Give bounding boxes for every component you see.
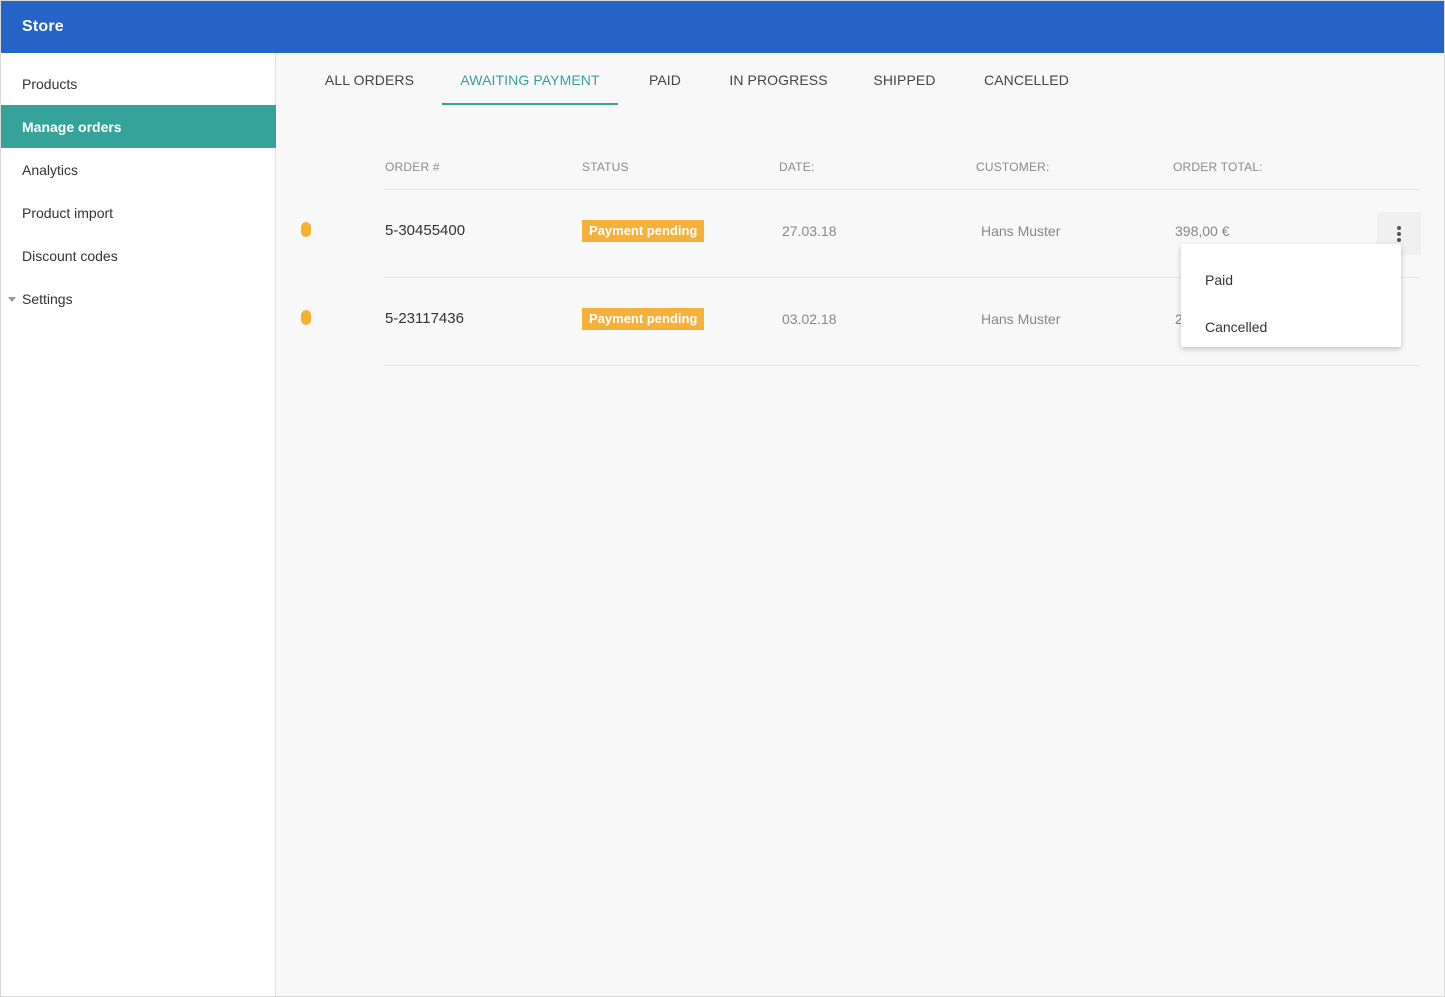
tab-paid[interactable]: PAID	[629, 53, 701, 105]
order-total: 398,00 €	[1175, 223, 1230, 239]
tab-label: PAID	[648, 72, 682, 88]
sidebar-item-settings[interactable]: Settings	[1, 277, 276, 320]
app-title: Store	[22, 18, 64, 35]
column-header-date: DATE:	[779, 160, 815, 174]
customer-name: Hans Muster	[981, 223, 1061, 239]
status-menu: Paid Cancelled	[1181, 244, 1401, 347]
status-dot-icon	[301, 310, 311, 325]
sidebar: Products Manage orders Analytics Product…	[1, 53, 276, 996]
column-header-status: STATUS	[582, 160, 629, 174]
sidebar-item-label: Settings	[22, 291, 73, 307]
customer-name: Hans Muster	[981, 311, 1061, 327]
sidebar-item-label: Products	[22, 76, 78, 92]
more-vert-icon-dot	[1397, 232, 1401, 236]
tab-label: ALL ORDERS	[324, 72, 415, 88]
tab-cancelled[interactable]: CANCELLED	[966, 53, 1087, 105]
sidebar-item-products[interactable]: Products	[1, 62, 276, 105]
tab-label: CANCELLED	[984, 72, 1069, 88]
sidebar-item-analytics[interactable]: Analytics	[1, 148, 276, 191]
tab-label: SHIPPED	[873, 72, 936, 88]
column-header-customer: CUSTOMER:	[976, 160, 1050, 174]
order-number[interactable]: 5-23117436	[385, 310, 464, 327]
app-window: Store Products Manage orders Analytics P…	[0, 0, 1445, 997]
sidebar-item-label: Product import	[22, 205, 114, 221]
status-dot-icon	[301, 222, 311, 237]
tab-all-orders[interactable]: ALL ORDERS	[308, 53, 431, 105]
tab-in-progress[interactable]: IN PROGRESS	[713, 53, 844, 105]
caret-down-icon	[8, 297, 16, 302]
order-date: 03.02.18	[782, 311, 837, 327]
tab-label: IN PROGRESS	[729, 72, 828, 88]
status-badge: Payment pending	[582, 220, 705, 242]
app-bar: Store	[1, 1, 1444, 53]
sidebar-item-manage-orders[interactable]: Manage orders	[1, 105, 276, 148]
menu-item-label: Cancelled	[1205, 319, 1268, 335]
sidebar-item-label: Analytics	[22, 162, 79, 178]
sidebar-item-product-import[interactable]: Product import	[1, 191, 276, 234]
more-vert-icon-dot	[1397, 238, 1401, 242]
sidebar-item-label: Discount codes	[22, 248, 118, 264]
column-header-order: ORDER #	[385, 160, 440, 174]
order-number[interactable]: 5-30455400	[385, 222, 465, 239]
divider	[384, 365, 1420, 366]
tab-awaiting-payment[interactable]: AWAITING PAYMENT	[442, 53, 618, 105]
status-badge: Payment pending	[582, 308, 705, 330]
menu-item-paid[interactable]: Paid	[1181, 252, 1401, 296]
sidebar-item-discount-codes[interactable]: Discount codes	[1, 234, 276, 277]
sidebar-item-label: Manage orders	[22, 119, 122, 135]
order-date: 27.03.18	[782, 223, 837, 239]
tab-shipped[interactable]: SHIPPED	[855, 53, 954, 105]
menu-item-label: Paid	[1205, 272, 1234, 288]
column-header-total: ORDER TOTAL:	[1173, 160, 1263, 174]
more-vert-icon	[1397, 226, 1401, 230]
tab-label: AWAITING PAYMENT	[460, 72, 600, 88]
menu-item-cancelled[interactable]: Cancelled	[1181, 299, 1401, 343]
